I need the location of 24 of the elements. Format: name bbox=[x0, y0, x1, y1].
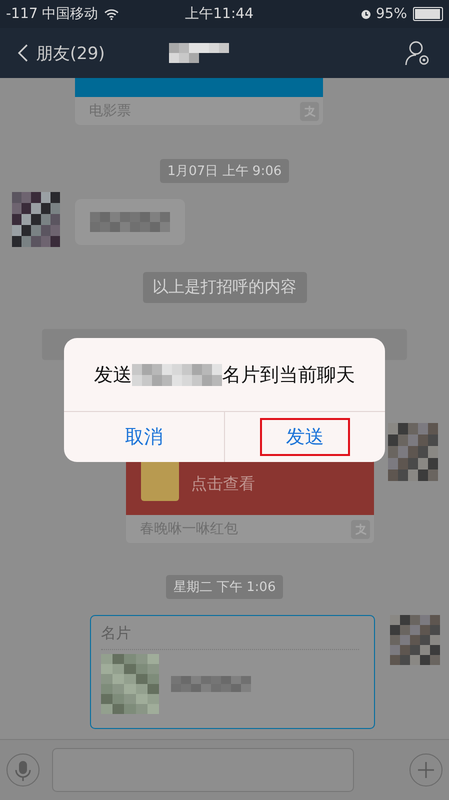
timestamp: 1月07日 上午 9:06 bbox=[160, 159, 289, 183]
back-chevron-icon bbox=[18, 44, 28, 62]
dialog-button[interactable]: 取消 bbox=[103, 418, 185, 456]
payment-app-icon bbox=[351, 520, 370, 538]
dialog-button[interactable]: 发送 bbox=[260, 418, 350, 456]
signal-strength: -117 bbox=[6, 6, 38, 22]
timestamp: 星期二 下午 1:06 bbox=[166, 575, 283, 599]
view-prompt: 点击查看 bbox=[191, 474, 255, 495]
person-settings-icon[interactable] bbox=[405, 40, 431, 66]
payment-app-icon bbox=[300, 102, 319, 120]
clock-time: 上午11:44 bbox=[184, 5, 254, 23]
back-button[interactable]: 朋友(29) bbox=[18, 42, 105, 64]
carrier-name: 中国移动 bbox=[42, 5, 98, 23]
dialog-message-start: 发送 bbox=[94, 362, 132, 388]
battery-percent: 95% bbox=[376, 6, 407, 22]
battery-icon bbox=[413, 7, 443, 21]
system-notice: 以上是打招呼的内容 bbox=[142, 272, 306, 303]
dialog-message-end: 名片到当前聊天 bbox=[222, 362, 355, 388]
message-bubble[interactable] bbox=[75, 199, 185, 245]
pixelated-title bbox=[168, 43, 229, 63]
wifi-icon bbox=[104, 8, 119, 20]
plus-icon[interactable] bbox=[409, 753, 443, 787]
microphone-icon[interactable] bbox=[6, 753, 40, 787]
alarm-icon bbox=[360, 8, 372, 20]
